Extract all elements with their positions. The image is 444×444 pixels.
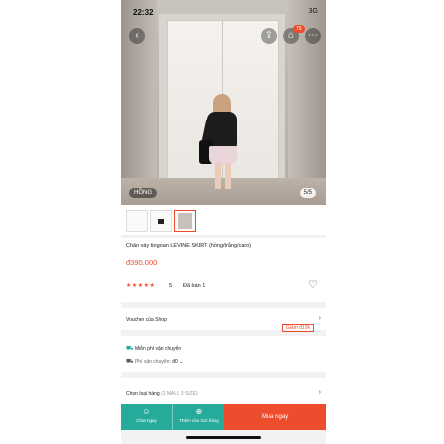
product-price: đ390.000 — [126, 258, 158, 267]
shipping-row[interactable]: ⛟ Miễn phí vận chuyển ⛟ Phí vận chuyển: … — [121, 336, 326, 372]
buy-now-button[interactable]: Mua ngay — [224, 404, 326, 430]
home-indicator — [186, 436, 261, 439]
rating-stars: ★★★★★ — [126, 283, 156, 289]
more-icon[interactable]: ⋯ — [305, 28, 321, 44]
shipping-fee-line: ⛟ Phí vận chuyển: đ0 ⌄ — [126, 358, 183, 366]
bottom-action-bar: ☺ Chat ngay ⊕ Thêm vào Giỏ hàng Mua ngay — [121, 404, 326, 430]
model-skirt — [209, 146, 237, 164]
add-to-cart-label: Thêm vào Giỏ hàng — [179, 418, 219, 423]
product-info-card: Chân váy tingoan LEVINE SKIRT (hồng/trắn… — [121, 238, 326, 302]
thumbnail-strip — [121, 205, 326, 235]
variant-line: Chọn loại hàng (3 MÀU, 3 SIZE) — [126, 391, 198, 397]
image-counter: 5/5 — [299, 188, 316, 198]
back-icon[interactable]: ‹ — [129, 28, 145, 44]
model-leg-left — [215, 163, 221, 189]
rating-value: 5 — [169, 283, 173, 289]
chevron-right-icon: › — [318, 315, 321, 322]
free-shipping-text: Miễn phí vận chuyển — [134, 346, 182, 352]
model-leg-right — [225, 163, 231, 189]
phone-screen: 22:32 3G ‹ ⇪ ⌂ 79 ⋯ HỒNG 5/5 Chân váy ti… — [121, 0, 326, 444]
chat-label: Chat ngay — [136, 418, 157, 423]
status-time: 22:32 — [133, 8, 154, 17]
shipping-fee-label: Phí vận chuyển: — [134, 359, 171, 365]
shipping-fee-value: đ0 — [172, 359, 178, 365]
status-network: 3G — [308, 8, 318, 15]
voucher-row[interactable]: Voucher của Shop Giảm đ10k › — [121, 308, 326, 332]
chat-button[interactable]: ☺ Chat ngay — [121, 404, 172, 430]
sold-count: Đã bán 1 — [183, 283, 206, 289]
thumbnail-photo — [178, 213, 192, 229]
truck-icon: ⛟ — [126, 346, 134, 352]
cart-add-icon: ⊕ — [195, 407, 203, 416]
voucher-badge-wrap: Giảm đ10k — [281, 316, 314, 334]
voucher-label: Voucher của Shop — [126, 317, 167, 323]
color-tag: HỒNG — [129, 188, 157, 198]
heart-icon[interactable]: ♡ — [308, 278, 318, 291]
variant-detail: (3 MÀU, 3 SIZE) — [161, 391, 198, 397]
add-to-cart-button[interactable]: ⊕ Thêm vào Giỏ hàng — [172, 404, 225, 430]
product-name: Chân váy tingoan LEVINE SKIRT (hồng/trắn… — [126, 243, 252, 249]
thumbnail-1[interactable] — [126, 210, 148, 232]
thumbnail-2[interactable] — [150, 210, 172, 232]
voucher-badge: Giảm đ10k — [281, 324, 314, 332]
shipping-icon: ⛟ — [126, 359, 134, 365]
product-image[interactable]: 22:32 3G ‹ ⇪ ⌂ 79 ⋯ HỒNG 5/5 — [121, 0, 326, 205]
variant-label: Chọn loại hàng — [126, 391, 160, 397]
chevron-down-icon: ⌄ — [179, 359, 184, 365]
share-icon[interactable]: ⇪ — [261, 28, 277, 44]
chevron-right-icon: › — [318, 389, 321, 396]
thumbnail-3-selected[interactable] — [174, 210, 196, 232]
cart-count-badge: 79 — [293, 25, 305, 33]
chat-icon: ☺ — [142, 407, 151, 416]
thumbnail-skirt-icon — [158, 219, 164, 224]
free-shipping-line: ⛟ Miễn phí vận chuyển — [126, 345, 181, 353]
variant-row[interactable]: Chọn loại hàng (3 MÀU, 3 SIZE) › — [121, 378, 326, 404]
